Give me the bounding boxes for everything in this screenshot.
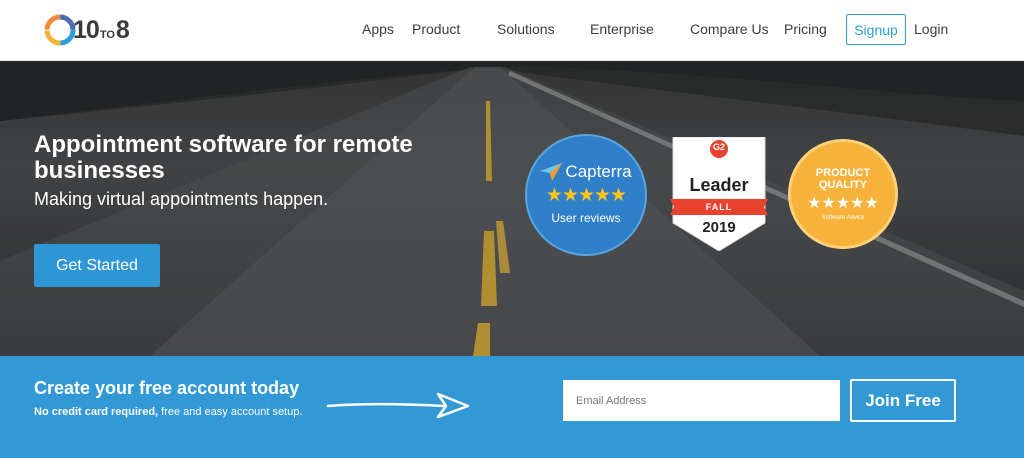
nav-link-apps[interactable]: Apps <box>362 21 394 37</box>
sa-title: PRODUCT QUALITY <box>815 167 871 191</box>
top-navigation: 10 TO 8 Apps Product Solutions Enterpris… <box>0 0 1024 61</box>
signup-bar: Create your free account today No credit… <box>0 356 1024 458</box>
hero-subtitle: Making virtual appointments happen. <box>34 189 329 209</box>
join-free-button[interactable]: Join Free <box>850 379 956 422</box>
capterra-name: Capterra <box>565 161 632 181</box>
signup-bar-subtitle: No credit card required, free and easy a… <box>34 406 302 418</box>
g2-title: Leader <box>689 175 749 195</box>
sa-footer: Software Advice <box>821 215 865 221</box>
capterra-logo: Capterra <box>540 161 632 182</box>
hand-drawn-arrow-icon <box>326 392 470 419</box>
sa-stars: ★★★★★ <box>807 195 879 212</box>
nav-link-enterprise[interactable]: Enterprise <box>590 21 654 37</box>
software-advice-badge: PRODUCT QUALITY ★★★★★ Software Advice <box>788 139 898 249</box>
nav-link-solutions[interactable]: Solutions <box>497 21 555 37</box>
g2-year: 2019 <box>702 219 736 236</box>
hero-section: Appointment software for remote business… <box>0 61 1024 356</box>
signup-bar-subtitle-rest: free and easy account setup. <box>158 406 303 418</box>
g2-logo: G2 <box>712 142 725 152</box>
capterra-badge: Capterra ★★★★★ User reviews <box>525 134 647 256</box>
g2-season: FALL <box>705 202 733 212</box>
nav-link-product[interactable]: Product <box>412 21 460 37</box>
signup-bar-title: Create your free account today <box>34 378 300 398</box>
login-link[interactable]: Login <box>914 21 948 37</box>
email-input[interactable] <box>563 380 840 421</box>
signup-bar-subtitle-bold: No credit card required, <box>34 406 159 418</box>
nav-link-pricing[interactable]: Pricing <box>784 21 827 37</box>
capterra-arrow-icon <box>540 162 563 181</box>
signup-button[interactable]: Signup <box>846 14 906 45</box>
nav-link-compare-us[interactable]: Compare Us <box>690 21 769 37</box>
main-menu: Apps Product Solutions Enterprise Compar… <box>0 0 1024 61</box>
get-started-button[interactable]: Get Started <box>34 244 160 287</box>
hero-title: Appointment software for remote business… <box>34 131 413 184</box>
capterra-stars: ★★★★★ <box>545 184 627 206</box>
capterra-caption: User reviews <box>551 210 621 225</box>
g2-leader-badge: G2 Leader FALL 2019 <box>670 137 768 251</box>
